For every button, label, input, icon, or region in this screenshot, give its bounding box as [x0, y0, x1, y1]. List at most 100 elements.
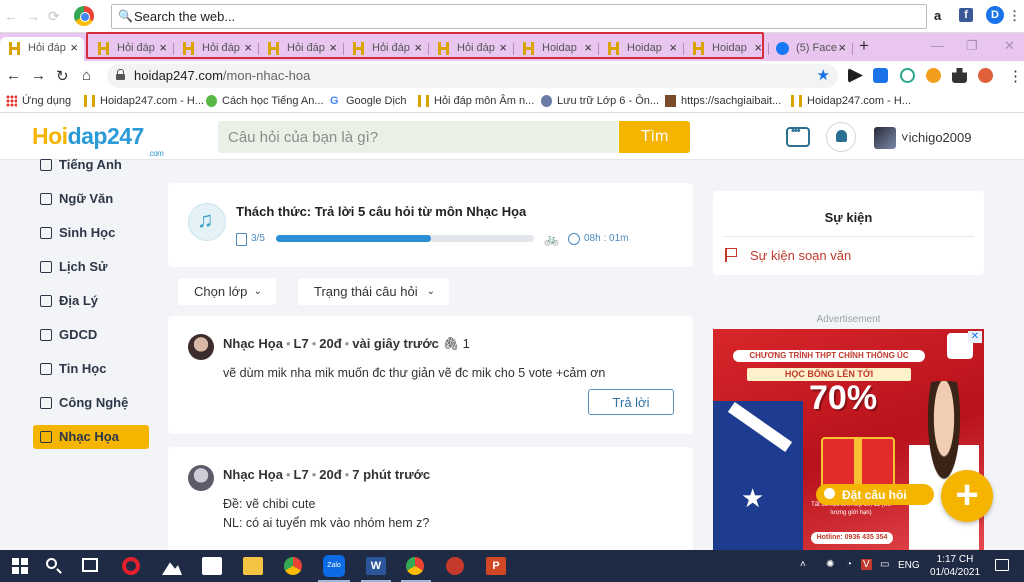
bookmark-star-icon[interactable]: ★ [817, 66, 830, 84]
ask-question-button[interactable]: Đặt câu hỏi [816, 484, 934, 505]
event-link[interactable]: Sự kiện soạn văn [750, 248, 851, 263]
advertisement-banner[interactable]: ✕ CHƯƠNG TRÌNH THPT CHÍNH THỐNG ÚC HỌC B… [713, 329, 984, 550]
back-icon[interactable]: ← [6, 67, 21, 84]
question-time: 7 phút trước [352, 467, 431, 482]
photos-icon[interactable] [162, 562, 182, 575]
reload-icon[interactable]: ↻ [56, 67, 69, 85]
bookmark-item[interactable]: https://sachgiaibait... [665, 95, 781, 107]
translate-extension-icon[interactable] [873, 68, 888, 83]
question-subject[interactable]: Nhạc Họa [223, 336, 283, 351]
question-search-field[interactable] [218, 121, 618, 153]
profile-avatar-icon[interactable] [978, 68, 993, 83]
notification-center-icon[interactable] [995, 559, 1009, 571]
asker-avatar[interactable] [188, 465, 214, 491]
tab-close-icon[interactable]: × [838, 40, 846, 55]
new-tab-button[interactable]: + [859, 36, 869, 56]
network-icon[interactable]: ▭ [880, 559, 889, 570]
taskbar-search-icon[interactable] [46, 558, 57, 569]
bookmark-item[interactable]: Cách học Tiếng An... [206, 95, 324, 107]
status-select[interactable]: Trạng thái câu hỏi ⌄ [298, 278, 449, 305]
more-menu-icon[interactable]: ⋮ [1008, 8, 1021, 24]
sidebar-item-history[interactable]: Lịch Sử [33, 255, 149, 279]
file-explorer-icon[interactable] [243, 557, 263, 575]
sidebar-item-technology[interactable]: Công Nghệ [33, 391, 149, 415]
tray-chevron-icon[interactable]: ˄ [800, 559, 806, 570]
minimize-icon[interactable]: — [931, 38, 944, 53]
bookmark-label: Hoidap247.com - H... [807, 95, 911, 107]
bookmark-item[interactable]: Hoidap247.com - H... [791, 95, 911, 107]
chrome-menu-icon[interactable]: ⋮ [1008, 67, 1023, 85]
facebook-icon[interactable]: f [959, 8, 973, 22]
search-button[interactable]: Tìm [619, 121, 690, 153]
amazon-icon[interactable]: a [934, 8, 941, 23]
english-icon [40, 159, 52, 171]
chrome-icon[interactable] [406, 557, 424, 575]
question-card[interactable]: Nhạc Họa • L7 • 20đ • vài giây trước 🖇 1 vẽ dù… [168, 316, 693, 434]
d-extension-icon[interactable]: D [986, 6, 1004, 24]
windows-start-icon[interactable] [12, 558, 28, 574]
store-icon[interactable] [202, 557, 222, 575]
zalo-icon[interactable]: Zalo [323, 555, 345, 577]
bookmark-item[interactable]: Lưu trữ Lớp 6 - Ôn... [541, 95, 659, 107]
question-meta: Nhạc Họa • L7 • 20đ • 7 phút trước [223, 467, 431, 482]
question-search-input[interactable] [218, 121, 618, 153]
sidebar-item-music[interactable]: Nhạc Họa [33, 425, 149, 449]
bookmark-item[interactable]: Ứng dụng [6, 95, 71, 107]
orange-extension-icon[interactable] [926, 68, 941, 83]
url-omnibox[interactable]: hoidap247.com/mon-nhac-hoa ★ [107, 64, 838, 88]
user-avatar[interactable] [874, 127, 896, 149]
reply-button[interactable]: Trả lời [588, 389, 674, 415]
username[interactable]: ˅ichigo2009 [901, 130, 971, 145]
vpn-extension-icon[interactable] [900, 68, 915, 83]
sidebar-item-biology[interactable]: Sinh Học [33, 221, 149, 245]
browser-tab[interactable]: (5) Face × [768, 37, 853, 61]
sidebar-item-english[interactable]: Tiếng Anh [33, 153, 149, 177]
photo-editor-icon[interactable] [446, 557, 464, 575]
question-subject[interactable]: Nhạc Họa [223, 467, 283, 482]
bookmark-item[interactable]: Hoidap247.com - H... [84, 95, 204, 107]
opera-icon[interactable] [122, 557, 140, 575]
sidebar-item-literature[interactable]: Ngữ Văn [33, 187, 149, 211]
chrome-icon[interactable] [284, 557, 302, 575]
chat-icon[interactable] [786, 125, 810, 147]
sidebar-item-geography[interactable]: Địa Lý [33, 289, 149, 313]
top-search-strip: ←→⟳ 🔍 Search the web... a f D ⋮ [0, 0, 1024, 33]
maximize-icon[interactable]: ❐ [966, 38, 978, 54]
attachment-count: 🖇 1 [442, 336, 470, 351]
notifications-button[interactable] [826, 122, 856, 152]
question-card[interactable]: Nhạc Họa • L7 • 20đ • 7 phút trước Đề: vẽ chib… [168, 447, 693, 557]
language-indicator[interactable]: ENG [898, 560, 920, 571]
sidebar-item-label: Công Nghệ [59, 395, 129, 410]
system-clock[interactable]: 1:17 CH 01/04/2021 [930, 553, 980, 579]
antivirus-icon[interactable]: V [861, 559, 872, 570]
question-text[interactable]: vẽ dùm mik nha mik muốn đc thư giản vẽ đ… [223, 364, 605, 383]
browser-tab[interactable]: Hỏi đáp × [0, 37, 84, 61]
advertisement-label: Advertisement [816, 314, 881, 325]
bookmark-item[interactable]: G Google Dịch [330, 95, 407, 107]
bookmark-label: https://sachgiaibait... [681, 95, 782, 107]
extensions-puzzle-icon[interactable] [952, 68, 967, 83]
forward-icon[interactable]: → [31, 67, 46, 84]
sidebar-item-civics[interactable]: GDCD [33, 323, 149, 347]
bookmark-item[interactable]: Hỏi đáp môn Âm n... [418, 95, 534, 107]
word-icon[interactable]: W [366, 557, 386, 575]
cursor-extension-icon[interactable] [848, 68, 863, 83]
question-text[interactable]: Đề: vẽ chibi cute NL: có ai tuyển mk vào… [223, 495, 429, 533]
question-meta: Nhạc Họa • L7 • 20đ • vài giây trước 🖇 1 [223, 336, 470, 351]
tray-app-icon[interactable]: ✺ [826, 559, 834, 570]
asker-avatar[interactable] [188, 334, 214, 360]
ad-close-icon[interactable]: ✕ [968, 331, 982, 343]
powerpoint-icon[interactable]: P [486, 557, 506, 575]
class-select[interactable]: Chọn lớp ⌄ [178, 278, 276, 305]
home-icon[interactable]: ⌂ [82, 67, 91, 84]
site-logo[interactable]: Hoidap247 .com [32, 123, 164, 158]
tray-app-icon[interactable]: ◔ [846, 559, 852, 570]
tab-close-icon[interactable]: × [70, 40, 78, 55]
add-question-fab[interactable]: + [941, 470, 993, 522]
task-view-icon[interactable] [82, 558, 98, 572]
google-translate-icon: G [330, 95, 339, 107]
close-window-icon[interactable]: ✕ [1004, 38, 1015, 54]
sidebar-item-informatics[interactable]: Tin Học [33, 357, 149, 381]
lock-icon [116, 69, 125, 80]
web-search-input[interactable]: 🔍 Search the web... [111, 4, 927, 29]
